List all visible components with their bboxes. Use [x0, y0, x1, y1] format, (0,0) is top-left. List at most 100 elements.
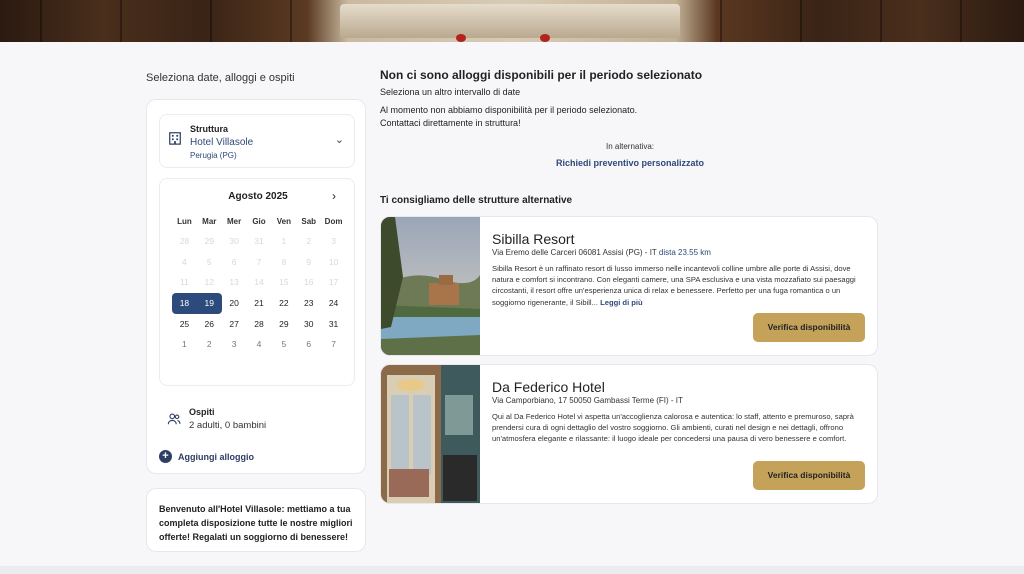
calendar-day[interactable]: 22 [271, 293, 296, 314]
calendar-day-selected[interactable]: 18 [172, 293, 197, 314]
hero-panel [720, 0, 722, 42]
add-stay-button[interactable]: + Aggiungi alloggio [159, 450, 254, 463]
calendar-day[interactable]: 26 [197, 314, 222, 335]
calendar-day: 17 [328, 277, 339, 288]
calendar-day[interactable]: 30 [296, 314, 321, 335]
calendar-day[interactable]: 21 [247, 293, 272, 314]
calendar-day[interactable]: 27 [222, 314, 247, 335]
unavailable-message: Al momento non abbiamo disponibilità per… [380, 104, 637, 130]
alternative-label: In alternativa: [605, 142, 655, 151]
hotel-photo[interactable] [381, 217, 480, 356]
calendar-day[interactable]: 1 [172, 334, 197, 355]
hero-banner [0, 0, 1024, 42]
structure-select[interactable]: Struttura Hotel Villasole Perugia (PG) ⌄ [159, 114, 355, 168]
calendar-day: 12 [204, 277, 214, 288]
calendar-day: 4 [182, 256, 187, 267]
structure-label: Struttura [190, 124, 228, 134]
weekday-label: Sab [301, 217, 317, 226]
calendar-day: 13 [229, 277, 239, 288]
hotel-card: Sibilla Resort Via Eremo delle Carceri 0… [380, 216, 878, 356]
hotel-address: Via Eremo delle Carceri 06081 Assisi (PG… [492, 248, 711, 257]
calendar-day[interactable]: 25 [172, 314, 197, 335]
calendar-day: 16 [303, 277, 314, 288]
page-subtitle: Seleziona un altro intervallo di date [380, 87, 521, 97]
building-icon [169, 132, 181, 145]
welcome-message: Benvenuto all'Hotel Villasole: mettiamo … [146, 488, 366, 552]
hotel-photo[interactable] [381, 365, 480, 504]
hotel-description: Qui al Da Federico Hotel vi aspetta un'a… [492, 411, 867, 445]
calendar-day: 29 [204, 236, 214, 246]
calendar-day[interactable]: 2 [197, 334, 222, 355]
booking-panel: Struttura Hotel Villasole Perugia (PG) ⌄… [146, 99, 366, 474]
add-stay-label: Aggiungi alloggio [178, 451, 254, 462]
unavailable-line-1: Al momento non abbiamo disponibilità per… [380, 105, 638, 115]
calendar-day: 7 [256, 256, 262, 267]
calendar-day[interactable]: 4 [247, 334, 272, 355]
calendar-day: 1 [281, 236, 287, 246]
hero-panel [40, 0, 42, 42]
suggestions-title: Ti consigliamo delle strutture alternati… [380, 195, 573, 206]
calendar-day: 28 [179, 236, 190, 246]
calendar-day[interactable]: 31 [321, 314, 346, 335]
calendar-day: 5 [206, 256, 212, 267]
guests-value: 2 adulti, 0 bambini [189, 420, 267, 431]
weekday-label: Gio [252, 217, 266, 226]
hero-panel [210, 0, 212, 42]
request-quote-link[interactable]: Richiedi preventivo personalizzato [380, 158, 880, 168]
structure-name: Hotel Villasole [190, 137, 254, 148]
hero-panel [960, 0, 962, 42]
calendar-day: 14 [254, 277, 264, 288]
hero-panel [290, 0, 292, 42]
hotel-distance: dista 23.55 km [658, 248, 711, 257]
unavailable-line-2: Contattaci direttamente in struttura! [380, 118, 521, 128]
weekday-label: Mer [227, 217, 242, 226]
hero-panel [120, 0, 122, 42]
hero-flower [456, 34, 466, 42]
hero-headboard [340, 4, 680, 38]
hotel-description-text: Qui al Da Federico Hotel vi aspetta un'a… [492, 412, 854, 444]
calendar-day: 11 [180, 277, 189, 288]
read-more-link[interactable]: Leggi di più [600, 298, 643, 307]
hotel-address-text: Via Eremo delle Carceri 06081 Assisi (PG… [492, 248, 657, 257]
calendar-day[interactable]: 20 [222, 293, 247, 314]
calendar-day[interactable]: 7 [321, 334, 346, 355]
hotel-address-text: Via Camporbiano, 17 50050 Gambassi Terme… [492, 396, 683, 405]
chevron-down-icon[interactable]: ⌄ [335, 133, 344, 146]
calendar-day: 30 [229, 236, 239, 246]
users-icon [167, 413, 181, 425]
sidebar-title: Seleziona date, alloggi e ospiti [146, 72, 295, 84]
hero-flower [540, 34, 550, 42]
weekday-label: Ven [276, 217, 291, 226]
calendar-day: 2 [306, 236, 312, 246]
chevron-right-icon[interactable]: › [332, 189, 336, 203]
calendar-grid: Lun Mar Mer Gio Ven Sab Dom 28 29 30 31 1 2 3 4 5 6 7 8 9 10… [172, 217, 346, 355]
calendar-day: 15 [279, 277, 289, 288]
plus-circle-icon: + [159, 450, 172, 463]
calendar: Agosto 2025 › Lun Mar Mer Gio Ven Sab Dom 28 29 3… [159, 178, 355, 386]
verify-availability-button[interactable]: Verifica disponibilità [753, 313, 865, 342]
calendar-day: 31 [254, 236, 264, 246]
structure-city: Perugia (PG) [190, 151, 237, 160]
calendar-day[interactable]: 23 [296, 293, 321, 314]
calendar-day[interactable]: 24 [321, 293, 346, 314]
calendar-day[interactable]: 3 [222, 334, 247, 355]
hotel-description: Sibilla Resort è un raffinato resort di … [492, 263, 867, 308]
calendar-day[interactable]: 28 [247, 314, 272, 335]
hotel-name[interactable]: Sibilla Resort [492, 231, 574, 247]
guests-selector[interactable]: Ospiti 2 adulti, 0 bambini [159, 400, 355, 440]
calendar-day[interactable]: 6 [296, 334, 321, 355]
verify-availability-button[interactable]: Verifica disponibilità [753, 461, 865, 490]
footer-strip [0, 566, 1024, 574]
weekday-label: Mar [202, 217, 217, 226]
weekday-label: Dom [324, 217, 343, 226]
calendar-day-selected[interactable]: 19 [196, 293, 222, 314]
hotel-address: Via Camporbiano, 17 50050 Gambassi Terme… [492, 396, 683, 405]
calendar-day[interactable]: 29 [271, 314, 296, 335]
hotel-name[interactable]: Da Federico Hotel [492, 379, 605, 395]
calendar-day[interactable]: 5 [271, 334, 296, 355]
hotel-description-text: Sibilla Resort è un raffinato resort di … [492, 264, 856, 307]
page-title: Non ci sono alloggi disponibili per il p… [380, 68, 703, 82]
calendar-day: 10 [328, 256, 339, 267]
hero-panel [800, 0, 802, 42]
calendar-month: Agosto 2025 [228, 191, 288, 202]
